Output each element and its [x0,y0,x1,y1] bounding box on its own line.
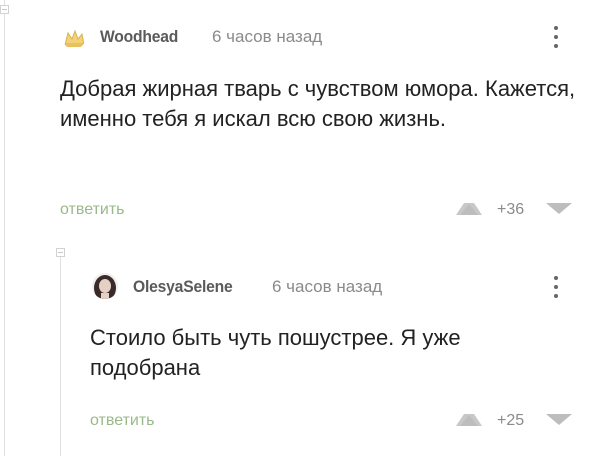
avatar[interactable] [62,25,86,49]
rating-value: +36 [497,201,525,218]
timestamp: 6 часов назад [212,27,323,46]
avatar-image-icon [94,275,116,299]
reply-button[interactable]: ответить [60,201,125,219]
collapse-thread-toggle[interactable] [0,5,9,14]
more-options-icon[interactable] [553,276,559,304]
rating-value: +25 [497,412,525,429]
collapse-reply-toggle[interactable] [56,248,65,257]
comment-text: Добрая жирная тварь с чувством юмора. Ка… [60,76,576,131]
comment-text: Стоило быть чуть пошустрее. Я уже подобр… [90,325,461,380]
author-name[interactable]: OlesyaSelene [133,277,233,297]
downvote-icon[interactable] [546,414,572,426]
thread-line [4,0,5,456]
avatar-image-icon [64,29,85,47]
reply-button[interactable]: ответить [90,412,155,430]
author-name[interactable]: Woodhead [100,27,178,47]
thread-line-nested [60,250,61,456]
more-options-icon[interactable] [553,26,559,54]
downvote-icon[interactable] [546,203,572,215]
upvote-icon[interactable] [456,203,482,215]
timestamp: 6 часов назад [272,277,383,296]
avatar[interactable] [92,273,118,299]
upvote-icon[interactable] [456,414,482,426]
